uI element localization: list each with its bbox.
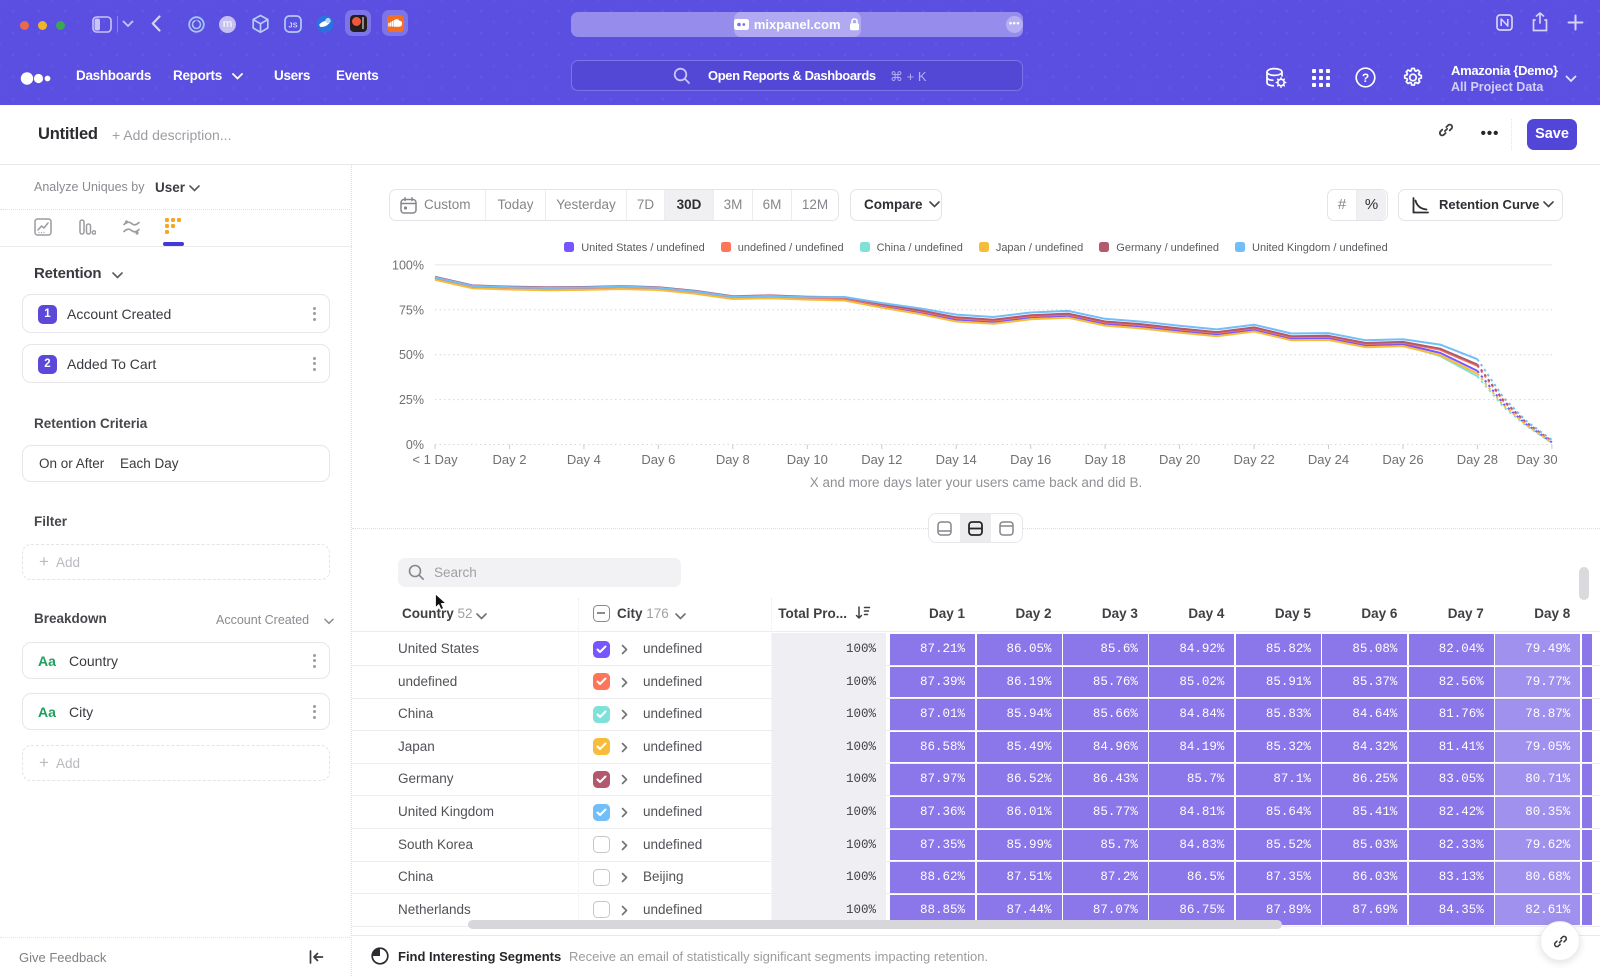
svg-text:Day 16: Day 16	[1010, 452, 1051, 467]
svg-text:?: ?	[1362, 71, 1369, 85]
svg-text:Day 2: Day 2	[493, 452, 527, 467]
svg-text:Day 6: Day 6	[641, 452, 675, 467]
svg-text:25%: 25%	[399, 393, 424, 407]
svg-text:0%: 0%	[406, 438, 424, 452]
svg-text:Day 24: Day 24	[1308, 452, 1349, 467]
svg-text:Day 28: Day 28	[1457, 452, 1498, 467]
svg-text:Day 4: Day 4	[567, 452, 601, 467]
svg-text:Day 20: Day 20	[1159, 452, 1200, 467]
svg-text:Day 10: Day 10	[787, 452, 828, 467]
svg-text:75%: 75%	[399, 303, 424, 317]
svg-text:50%: 50%	[399, 348, 424, 362]
svg-text:JS: JS	[288, 21, 297, 30]
svg-text:Day 26: Day 26	[1382, 452, 1423, 467]
svg-text:Day 12: Day 12	[861, 452, 902, 467]
svg-text:Day 18: Day 18	[1084, 452, 1125, 467]
svg-text:< 1 Day: < 1 Day	[412, 452, 458, 467]
svg-text:Day 8: Day 8	[716, 452, 750, 467]
svg-text:100%: 100%	[392, 258, 424, 272]
svg-text:Day 22: Day 22	[1233, 452, 1274, 467]
svg-text:Day 30: Day 30	[1516, 452, 1557, 467]
svg-text:Day 14: Day 14	[936, 452, 977, 467]
